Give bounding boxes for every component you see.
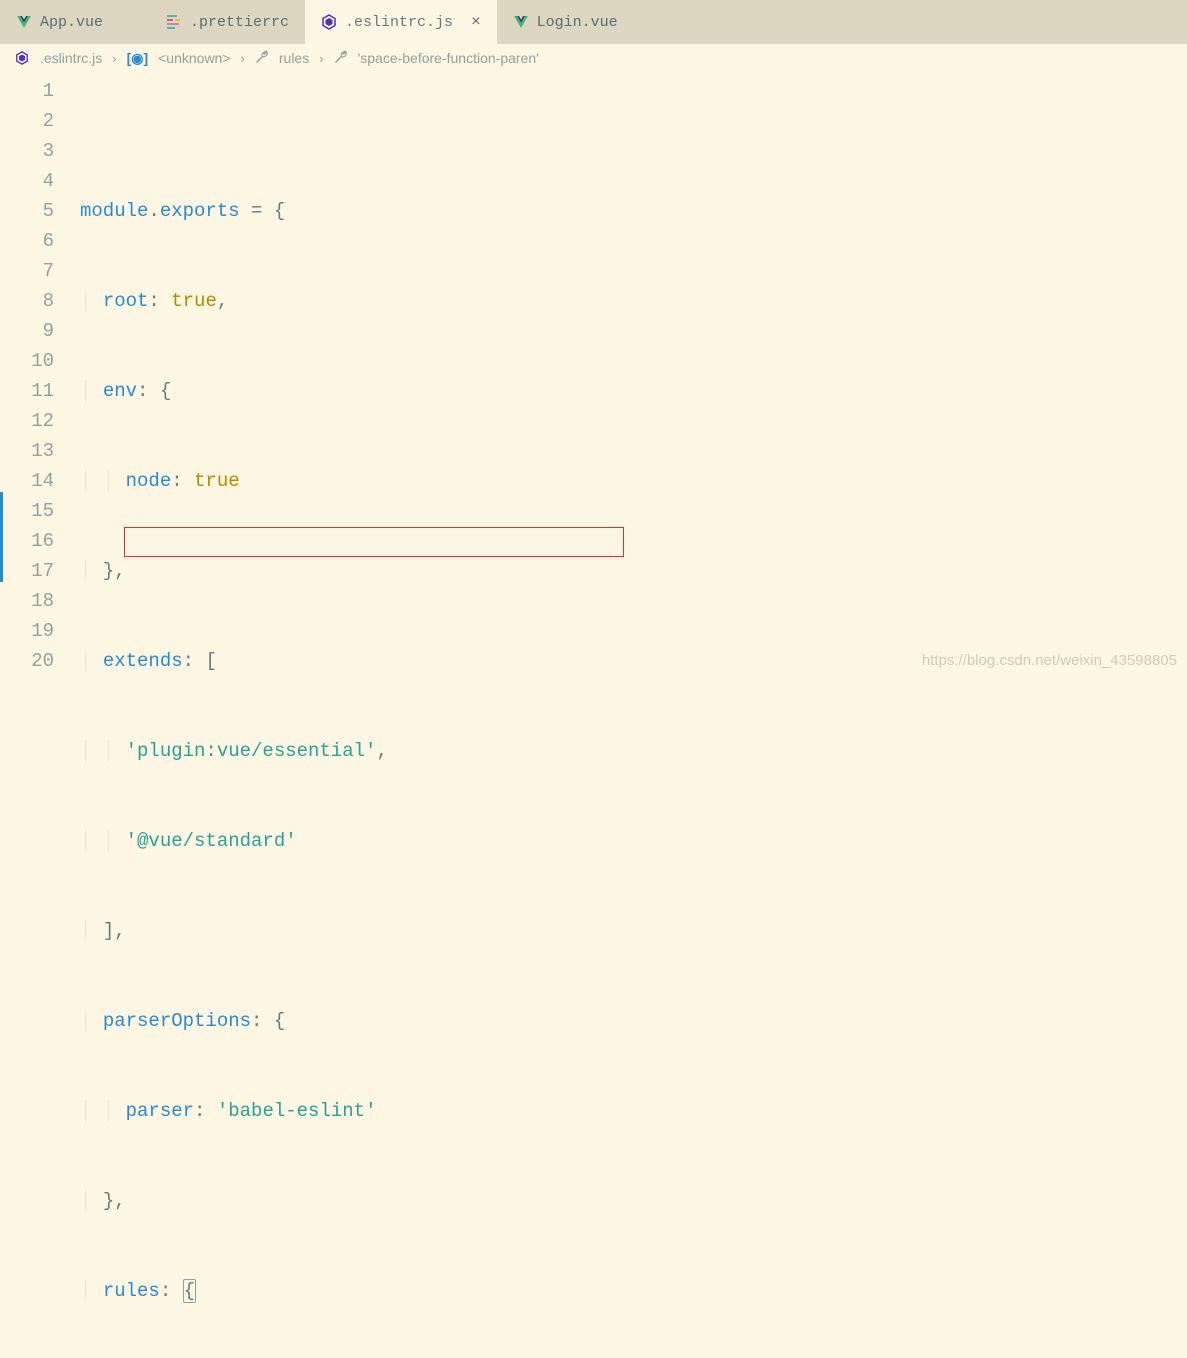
tab-label: .prettierrc bbox=[190, 14, 289, 31]
code-line: │ │ 'plugin:vue/essential', bbox=[80, 736, 1187, 766]
code-line: │ parserOptions: { bbox=[80, 1006, 1187, 1036]
code-line: │ ], bbox=[80, 916, 1187, 946]
vue-icon bbox=[513, 14, 529, 30]
code-area[interactable]: module.exports = { │ root: true, │ env: … bbox=[80, 72, 1187, 1358]
code-line: │ │ node: true bbox=[80, 466, 1187, 496]
line-number: 15 bbox=[0, 496, 54, 526]
eslint-icon bbox=[14, 50, 30, 66]
code-line: │ }, bbox=[80, 556, 1187, 586]
code-line: │ root: true, bbox=[80, 286, 1187, 316]
line-number: 14 bbox=[0, 466, 54, 496]
prettier-icon bbox=[166, 14, 182, 30]
vue-icon bbox=[16, 14, 32, 30]
highlight-box bbox=[124, 527, 624, 557]
breadcrumb-item[interactable]: rules bbox=[279, 50, 309, 66]
line-number: 17 bbox=[0, 556, 54, 586]
line-number: 11 bbox=[0, 376, 54, 406]
code-line: module.exports = { bbox=[80, 196, 1187, 226]
code-line: │ }, bbox=[80, 1186, 1187, 1216]
eslint-icon bbox=[321, 14, 337, 30]
line-number: 18 bbox=[0, 586, 54, 616]
watermark-text: https://blog.csdn.net/weixin_43598805 bbox=[922, 652, 1177, 669]
change-indicator bbox=[0, 492, 3, 582]
line-number: 1 bbox=[0, 76, 54, 106]
line-number: 20 bbox=[0, 646, 54, 676]
chevron-right-icon: › bbox=[319, 51, 323, 66]
tab-app-vue[interactable]: App.vue bbox=[0, 0, 150, 44]
line-number: 13 bbox=[0, 436, 54, 466]
line-number: 4 bbox=[0, 166, 54, 196]
tab-login-vue[interactable]: Login.vue bbox=[497, 0, 647, 44]
tab-eslintrc[interactable]: .eslintrc.js × bbox=[305, 0, 497, 44]
line-number: 10 bbox=[0, 346, 54, 376]
breadcrumb-item[interactable]: <unknown> bbox=[158, 50, 230, 66]
tabs-bar: App.vue .prettierrc .eslintrc.js × Login… bbox=[0, 0, 1187, 44]
line-number: 8 bbox=[0, 286, 54, 316]
line-number: 19 bbox=[0, 616, 54, 646]
code-line: │ │ '@vue/standard' bbox=[80, 826, 1187, 856]
line-number: 9 bbox=[0, 316, 54, 346]
breadcrumb[interactable]: .eslintrc.js › [◉] <unknown> › rules › '… bbox=[0, 44, 1187, 72]
code-line: │ rules: { bbox=[80, 1276, 1187, 1306]
breadcrumb-item[interactable]: 'space-before-function-paren' bbox=[358, 50, 539, 66]
line-number: 2 bbox=[0, 106, 54, 136]
breadcrumb-item[interactable]: .eslintrc.js bbox=[40, 50, 102, 66]
chevron-right-icon: › bbox=[241, 51, 245, 66]
tab-label: .eslintrc.js bbox=[345, 14, 453, 31]
tab-label: Login.vue bbox=[537, 14, 618, 31]
close-icon[interactable]: × bbox=[471, 13, 481, 31]
line-number: 12 bbox=[0, 406, 54, 436]
line-number: 6 bbox=[0, 226, 54, 256]
code-line: │ │ parser: 'babel-eslint' bbox=[80, 1096, 1187, 1126]
module-icon: [◉] bbox=[127, 50, 149, 67]
code-line: │ env: { bbox=[80, 376, 1187, 406]
line-number: 7 bbox=[0, 256, 54, 286]
wrench-icon bbox=[334, 50, 348, 67]
wrench-icon bbox=[255, 50, 269, 67]
chevron-right-icon: › bbox=[112, 51, 116, 66]
tab-prettierrc[interactable]: .prettierrc bbox=[150, 0, 305, 44]
line-number: 3 bbox=[0, 136, 54, 166]
line-number: 16 bbox=[0, 526, 54, 556]
code-editor[interactable]: 1 2 3 4 5 6 7 8 9 10 11 12 13 14 15 16 1… bbox=[0, 72, 1187, 1358]
line-number-gutter: 1 2 3 4 5 6 7 8 9 10 11 12 13 14 15 16 1… bbox=[0, 72, 80, 1358]
tab-label: App.vue bbox=[40, 14, 103, 31]
line-number: 5 bbox=[0, 196, 54, 226]
